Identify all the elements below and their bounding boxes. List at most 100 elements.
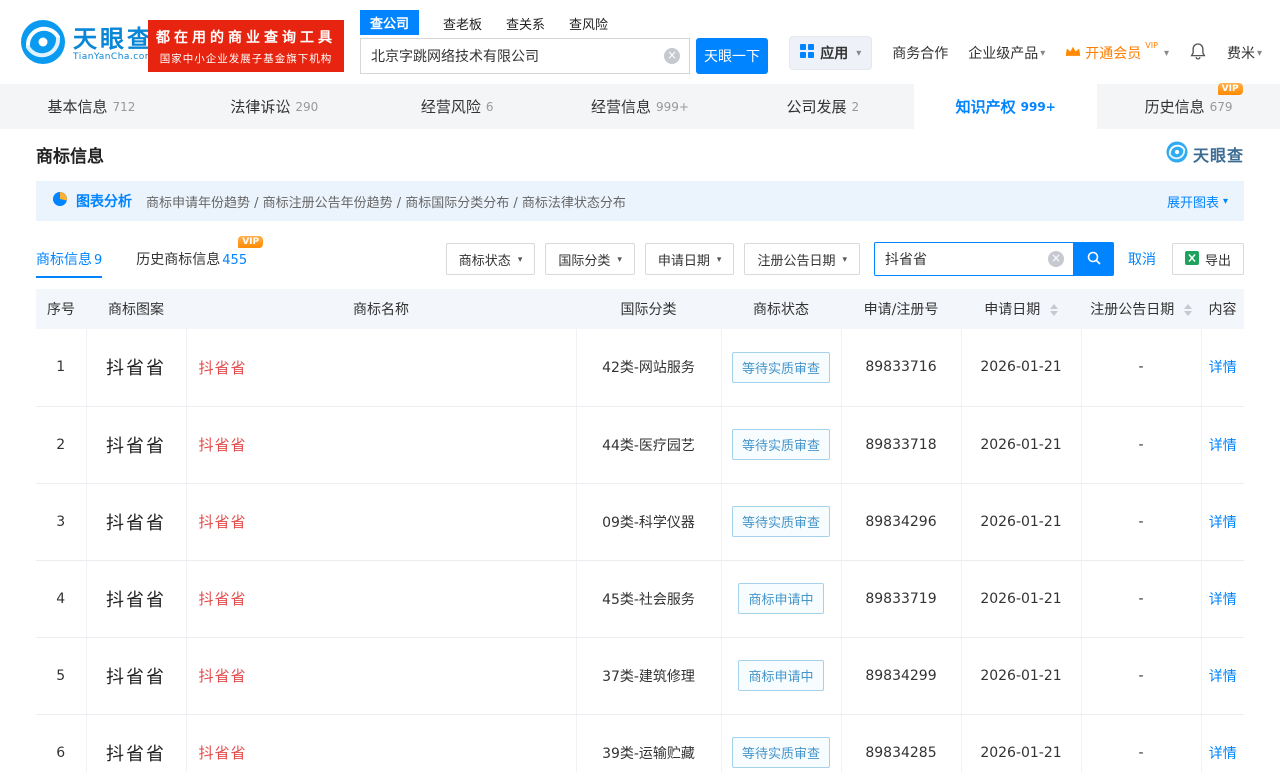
trademark-name-cell: 抖省省 — [186, 560, 576, 637]
trademark-name-cell: 抖省省 — [186, 406, 576, 483]
top-header: 天眼查 TianYanCha.com 都在用的商业查询工具 国家中小企业发展子基… — [0, 0, 1280, 84]
chevron-down-icon: ▾ — [1257, 48, 1262, 59]
user-account-menu[interactable]: 费米 ▾ — [1227, 43, 1262, 63]
trademark-image-cell[interactable]: 抖省省 — [86, 329, 186, 406]
apply-date-cell: 2026-01-21 — [961, 329, 1081, 406]
page-title: 商标信息 — [36, 142, 104, 167]
filter-group: 商标状态▾ 国际分类▾ 申请日期▾ 注册公告日期▾ — [446, 243, 860, 275]
tab-basic-info[interactable]: 基本信息712 — [0, 84, 183, 129]
watermark-logo: 天眼查 — [1166, 141, 1244, 167]
subtab-history-trademark-info[interactable]: VIP 历史商标信息455 — [136, 249, 247, 269]
logo-eye-icon — [20, 19, 66, 69]
clear-search-icon[interactable]: × — [1048, 251, 1064, 267]
trademark-table-body: 1 抖省省 抖省省 42类-网站服务 等待实质审查 89833716 2026-… — [36, 329, 1244, 772]
trademark-table: 序号 商标图案 商标名称 国际分类 商标状态 申请/注册号 申请日期 注册公告日… — [36, 289, 1244, 772]
detail-link[interactable]: 详情 — [1209, 592, 1237, 608]
international-class-cell: 09类-科学仪器 — [576, 483, 721, 560]
tab-company-development[interactable]: 公司发展2 — [731, 84, 914, 129]
filter-apply-date[interactable]: 申请日期▾ — [645, 243, 735, 275]
chevron-down-icon: ▾ — [1164, 48, 1169, 59]
trademark-image-cell[interactable]: 抖省省 — [86, 406, 186, 483]
trademark-name-link[interactable]: 抖省省 — [199, 513, 247, 531]
vip-badge: VIP — [1218, 83, 1243, 95]
tab-operation-info[interactable]: 经营信息999+ — [549, 84, 732, 129]
company-search-input[interactable] — [360, 38, 690, 74]
trademark-image-cell[interactable]: 抖省省 — [86, 714, 186, 772]
international-class-cell: 45类-社会服务 — [576, 560, 721, 637]
trademark-image-cell[interactable]: 抖省省 — [86, 560, 186, 637]
trademark-name-link[interactable]: 抖省省 — [199, 359, 247, 377]
sort-icon[interactable] — [1184, 304, 1192, 316]
detail-link[interactable]: 详情 — [1209, 746, 1237, 762]
enterprise-products-menu[interactable]: 企业级产品 ▾ — [968, 43, 1045, 63]
detail-cell: 详情 — [1201, 406, 1244, 483]
apply-date-cell: 2026-01-21 — [961, 483, 1081, 560]
open-vip-link[interactable]: 开通会员 VIP ▾ — [1065, 43, 1169, 63]
trademark-name-link[interactable]: 抖省省 — [199, 667, 247, 685]
trademark-name-link[interactable]: 抖省省 — [199, 436, 247, 454]
publication-date-cell: - — [1081, 714, 1201, 772]
promo-banner: 都在用的商业查询工具 国家中小企业发展子基金旗下机构 — [148, 20, 344, 72]
trademark-name-link[interactable]: 抖省省 — [199, 744, 247, 762]
expand-charts-link[interactable]: 展开图表 ▾ — [1167, 192, 1228, 211]
apps-menu[interactable]: 应用 ▾ — [789, 36, 872, 70]
filter-international-class[interactable]: 国际分类▾ — [545, 243, 635, 275]
detail-link[interactable]: 详情 — [1209, 515, 1237, 531]
status-badge: 等待实质审查 — [732, 506, 830, 537]
search-tab-company[interactable]: 查公司 — [360, 10, 419, 35]
tianyancha-logo[interactable]: 天眼查 TianYanCha.com — [20, 19, 154, 69]
table-row: 3 抖省省 抖省省 09类-科学仪器 等待实质审查 89834296 2026-… — [36, 483, 1244, 560]
column-header-publication-date[interactable]: 注册公告日期 — [1081, 289, 1201, 329]
tab-history-info[interactable]: VIP 历史信息679 — [1097, 84, 1280, 129]
tab-legal-litigation[interactable]: 法律诉讼290 — [183, 84, 366, 129]
detail-link[interactable]: 详情 — [1209, 360, 1237, 376]
column-header-trademark-name: 商标名称 — [186, 289, 576, 329]
filter-publication-date[interactable]: 注册公告日期▾ — [744, 243, 860, 275]
chevron-down-icon: ▾ — [518, 254, 523, 265]
apply-date-cell: 2026-01-21 — [961, 714, 1081, 772]
tab-intellectual-property[interactable]: 知识产权999+ — [914, 84, 1097, 129]
trademark-section: 商标信息 天眼查 图表分析 商标申请年份趋势 / 商标注册公告年份趋势 / 商标… — [0, 141, 1280, 772]
row-index: 1 — [36, 329, 86, 406]
status-cell: 商标申请中 — [721, 637, 841, 714]
detail-link[interactable]: 详情 — [1209, 438, 1237, 454]
company-section-tabs: 基本信息712 法律诉讼290 经营风险6 经营信息999+ 公司发展2 知识产… — [0, 84, 1280, 129]
business-cooperation-link[interactable]: 商务合作 — [892, 43, 948, 63]
trademark-image-cell[interactable]: 抖省省 — [86, 637, 186, 714]
pie-chart-icon — [52, 191, 68, 211]
subtab-trademark-info[interactable]: 商标信息9 — [36, 249, 102, 269]
user-name: 费米 — [1227, 43, 1255, 63]
publication-date-cell: - — [1081, 560, 1201, 637]
cancel-search-link[interactable]: 取消 — [1128, 249, 1156, 269]
detail-link[interactable]: 详情 — [1209, 669, 1237, 685]
search-type-tabs: 查公司 查老板 查关系 查风险 — [360, 13, 768, 35]
table-search-button[interactable] — [1074, 242, 1114, 276]
filter-trademark-status[interactable]: 商标状态▾ — [446, 243, 536, 275]
trademark-search-input[interactable] — [874, 242, 1074, 276]
international-class-cell: 37类-建筑修理 — [576, 637, 721, 714]
status-badge: 等待实质审查 — [732, 352, 830, 383]
search-tab-risk[interactable]: 查风险 — [569, 14, 608, 35]
notification-bell-icon[interactable] — [1189, 41, 1207, 66]
status-badge: 商标申请中 — [738, 660, 823, 691]
search-tab-relation[interactable]: 查关系 — [506, 14, 545, 35]
grid-icon — [800, 44, 814, 62]
table-row: 5 抖省省 抖省省 37类-建筑修理 商标申请中 89834299 2026-0… — [36, 637, 1244, 714]
search-submit-button[interactable]: 天眼一下 — [696, 38, 768, 74]
column-header-status: 商标状态 — [721, 289, 841, 329]
detail-cell: 详情 — [1201, 483, 1244, 560]
export-button[interactable]: 导出 — [1172, 243, 1244, 275]
status-badge: 等待实质审查 — [732, 737, 830, 768]
trademark-image-cell[interactable]: 抖省省 — [86, 483, 186, 560]
detail-cell: 详情 — [1201, 637, 1244, 714]
clear-search-icon[interactable]: × — [664, 48, 680, 64]
column-header-apply-date[interactable]: 申请日期 — [961, 289, 1081, 329]
tab-operation-risk[interactable]: 经营风险6 — [366, 84, 549, 129]
row-index: 6 — [36, 714, 86, 772]
trademark-name-link[interactable]: 抖省省 — [199, 590, 247, 608]
sort-icon[interactable] — [1050, 304, 1058, 316]
registration-number-cell: 89834296 — [841, 483, 961, 560]
publication-date-cell: - — [1081, 637, 1201, 714]
search-tab-boss[interactable]: 查老板 — [443, 14, 482, 35]
column-header-index: 序号 — [36, 289, 86, 329]
